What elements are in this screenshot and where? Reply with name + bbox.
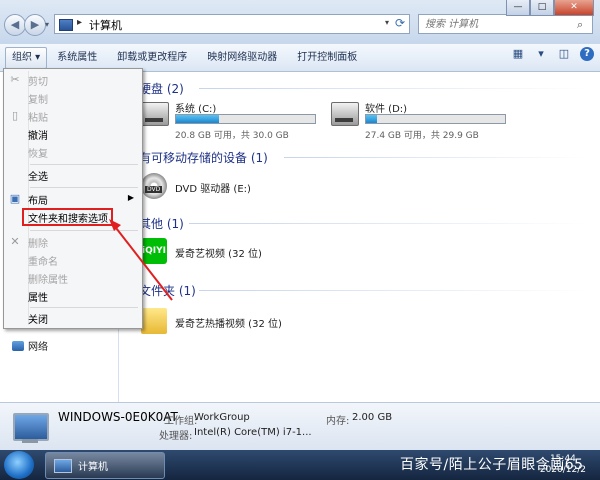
annotation-arrow-head	[109, 219, 121, 231]
annotation-arrow-line	[112, 223, 173, 301]
annotation-arrow	[109, 219, 173, 301]
